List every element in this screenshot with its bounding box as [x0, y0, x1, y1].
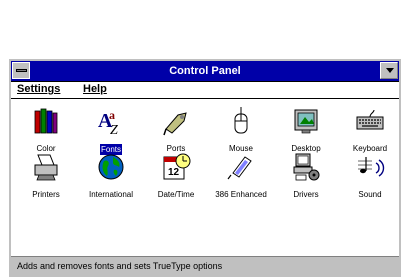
window-title: Control Panel: [169, 65, 241, 77]
icon-item-sound[interactable]: Sound: [339, 151, 401, 200]
icon-item-desktop[interactable]: Desktop: [275, 105, 337, 154]
icon-grid: Color A a Z Fonts Ports Mouse Desktop Ke…: [11, 101, 399, 241]
icon-label: International: [88, 190, 134, 199]
maximize-button[interactable]: [380, 62, 398, 79]
icon-item-printers[interactable]: Printers: [15, 151, 77, 200]
icon-label: Printers: [32, 190, 60, 199]
icon-label: Sound: [358, 190, 382, 199]
menu-settings[interactable]: Settings: [17, 83, 60, 95]
globe-icon: [98, 154, 124, 180]
clock-icon: 12: [163, 153, 191, 180]
fonts-icon: A a Z: [98, 108, 118, 138]
icon-item-color[interactable]: Color: [15, 105, 77, 154]
drivers-icon: [293, 153, 320, 181]
svg-text:Z: Z: [110, 123, 118, 137]
icon-item-drivers[interactable]: Drivers: [275, 151, 337, 200]
printer-icon: [34, 154, 58, 181]
icon-label: 386 Enhanced: [215, 190, 267, 199]
control-panel-window: Control Panel Settings Help Color A a Z …: [9, 59, 401, 277]
svg-text:12: 12: [168, 167, 180, 178]
chip-icon: [227, 156, 252, 180]
ports-icon: [163, 112, 187, 136]
icon-item-mouse[interactable]: Mouse: [210, 105, 272, 154]
status-bar: Adds and removes fonts and sets TrueType…: [11, 256, 399, 275]
desktop-icon: [294, 109, 318, 134]
icon-item-datetime[interactable]: 12 Date/Time: [145, 151, 207, 200]
color-icon: [34, 108, 58, 134]
icon-item-fonts[interactable]: A a Z Fonts: [80, 105, 142, 155]
menu-help[interactable]: Help: [83, 83, 107, 95]
icon-item-ports[interactable]: Ports: [145, 105, 207, 154]
icon-label: Drivers: [293, 190, 319, 199]
system-menu-button[interactable]: [12, 62, 30, 79]
svg-text:a: a: [109, 108, 115, 122]
music-note-icon: [358, 157, 385, 177]
icon-label: Date/Time: [157, 190, 195, 199]
title-bar[interactable]: Control Panel: [11, 61, 399, 82]
keyboard-icon: [356, 109, 384, 130]
menu-bar: Settings Help: [11, 82, 399, 99]
icon-item-keyboard[interactable]: Keyboard: [339, 105, 401, 154]
icon-item-386-enhanced[interactable]: 386 Enhanced: [210, 151, 272, 200]
icon-item-international[interactable]: International: [80, 151, 142, 200]
mouse-icon: [234, 106, 248, 134]
